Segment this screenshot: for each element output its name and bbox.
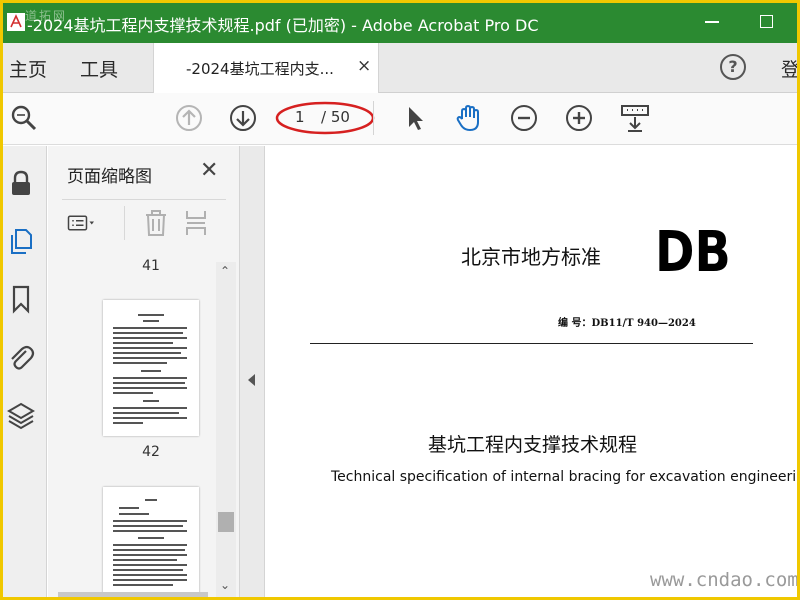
scroll-down-arrow-icon[interactable]: ⌄ (220, 578, 230, 592)
thumb-text-line (138, 537, 164, 539)
thumb-text-line (145, 499, 157, 501)
bookmark-icon[interactable] (6, 284, 36, 314)
help-button[interactable]: ? (720, 54, 746, 80)
lock-icon[interactable] (6, 168, 36, 198)
thumb-text-line (119, 507, 139, 509)
thumb-text-line (113, 564, 187, 566)
menu-bar: 主页 工具 -2024基坑工程内支... × ? 登 (3, 43, 797, 93)
thumb-text-line (113, 357, 187, 359)
thumb-text-line (113, 347, 187, 349)
thumb-text-line (113, 412, 179, 414)
thumb-text-line (119, 513, 149, 515)
thumb-text-line (113, 549, 185, 551)
page-number-box[interactable]: 1 / 50 (275, 101, 375, 135)
document-tab[interactable]: -2024基坑工程内支... × (153, 43, 379, 93)
panel-title: 页面缩略图 (67, 167, 152, 187)
tab-close-button[interactable]: × (357, 56, 371, 76)
thumb-text-line (113, 559, 177, 561)
site-watermark-bottom: www.cndao.com (650, 569, 797, 591)
thumbnail-page-42[interactable] (103, 300, 199, 436)
thumbnail-options-icon[interactable] (67, 208, 97, 238)
total-pages: / 50 (321, 108, 350, 126)
layers-icon[interactable] (6, 400, 36, 430)
maximize-button[interactable] (760, 15, 773, 28)
thumb-text-line (113, 387, 187, 389)
document-title-cn: 基坑工程内支撑技术规程 (428, 434, 638, 456)
thumb-text-line (113, 392, 153, 394)
thumb-text-line (113, 362, 167, 364)
insert-page-icon[interactable] (182, 208, 212, 238)
hand-tool-icon[interactable] (454, 103, 484, 133)
collapse-left-arrow-icon[interactable] (248, 374, 255, 386)
tab-label: -2024基坑工程内支... (186, 60, 334, 78)
title-bar: 道拓网 -2024基坑工程内支撑技术规程.pdf (已加密) - Adobe A… (3, 3, 797, 43)
thumb-text-line (113, 417, 187, 419)
pages-icon[interactable] (6, 226, 36, 256)
panel-collapse-strip[interactable] (240, 146, 265, 597)
document-number: 编 号：DB11/T 940—2024 (558, 318, 696, 329)
thumb-text-line (113, 407, 187, 409)
thumb-text-line (143, 320, 159, 322)
left-icon-rail (3, 146, 47, 597)
thumb-text-line (113, 342, 173, 344)
attachment-icon[interactable] (6, 342, 36, 372)
scrollbar-thumb[interactable] (218, 512, 234, 532)
select-cursor-icon[interactable] (400, 103, 430, 133)
scroll-up-arrow-icon[interactable]: ⌃ (220, 264, 230, 278)
search-zoom-icon[interactable] (9, 103, 39, 133)
document-page: 北京市地方标准 DB 编 号：DB11/T 940—2024 基坑工程内支撑技术… (265, 146, 797, 597)
thumb-text-line (113, 382, 185, 384)
header-rule (310, 343, 753, 344)
standard-label: 北京市地方标准 (461, 245, 601, 269)
thumb-text-line (143, 400, 159, 402)
thumb-text-line (113, 352, 181, 354)
thumb-text-line (113, 544, 187, 546)
thumb-text-line (113, 569, 183, 571)
toolbar-divider (373, 101, 374, 135)
thumb-text-line (113, 332, 183, 334)
login-button[interactable]: 登 (781, 55, 797, 82)
thumb-text-line (113, 422, 143, 424)
menu-home[interactable]: 主页 (9, 55, 47, 82)
thumb-text-line (113, 530, 187, 532)
thumbnail-page-label-41: 41 (142, 258, 160, 274)
current-page-input[interactable]: 1 (295, 108, 305, 126)
panel-close-button[interactable]: ✕ (200, 158, 218, 183)
thumb-text-line (113, 574, 187, 576)
thumb-text-line (113, 584, 173, 586)
thumb-text-line (113, 377, 187, 379)
zoom-out-icon[interactable] (509, 103, 539, 133)
keyboard-scroll-icon[interactable] (620, 103, 650, 133)
trash-icon[interactable] (141, 208, 171, 238)
db-logo: DB (655, 220, 731, 285)
page-up-icon[interactable] (174, 103, 204, 133)
horizontal-scrollbar[interactable] (58, 592, 208, 597)
thumb-text-line (113, 525, 183, 527)
thumbnail-page-label-42: 42 (142, 444, 160, 460)
thumbnail-page-43[interactable] (103, 487, 199, 597)
panel-divider (62, 199, 226, 200)
document-title-en: Technical specification of internal brac… (331, 469, 797, 485)
thumb-text-line (113, 327, 187, 329)
acrobat-window: 道拓网 -2024基坑工程内支撑技术规程.pdf (已加密) - Adobe A… (3, 3, 797, 597)
thumbnails-scrollbar[interactable]: ⌃ ⌄ (216, 262, 236, 597)
toolbar: 1 / 50 (3, 93, 797, 145)
zoom-in-icon[interactable] (564, 103, 594, 133)
window-title: -2024基坑工程内支撑技术规程.pdf (已加密) - Adobe Acrob… (27, 16, 539, 35)
thumb-text-line (113, 337, 187, 339)
menu-tools[interactable]: 工具 (80, 55, 118, 82)
panel-toolbar-divider (124, 206, 125, 240)
thumb-text-line (113, 554, 187, 556)
thumb-text-line (141, 370, 161, 372)
page-down-icon[interactable] (228, 103, 258, 133)
thumb-text-line (113, 579, 187, 581)
thumb-text-line (113, 520, 187, 522)
thumb-text-line (138, 314, 164, 316)
minimize-button[interactable] (705, 21, 719, 23)
acrobat-logo-icon (7, 13, 25, 31)
page-thumbnails-panel: 页面缩略图 ✕ 41 42 ⌃ ⌄ (48, 146, 240, 597)
